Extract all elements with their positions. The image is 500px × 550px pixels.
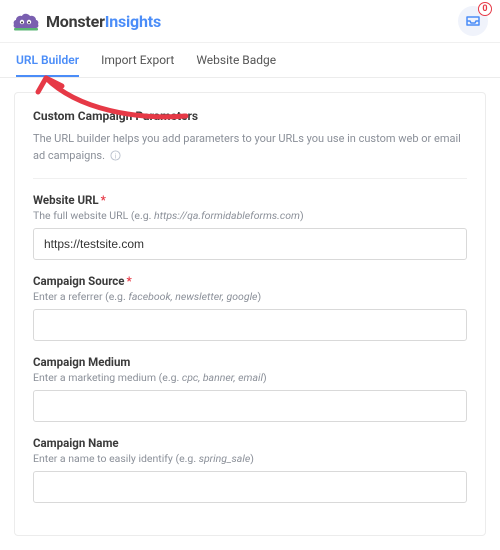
field-campaign-name: Campaign Name Enter a name to easily ide… xyxy=(33,436,467,503)
required-indicator: * xyxy=(101,193,106,207)
field-website-url: Website URL* The full website URL (e.g. … xyxy=(33,193,467,260)
settings-card: Custom Campaign Parameters The URL build… xyxy=(14,92,486,536)
input-campaign-medium[interactable] xyxy=(33,390,467,422)
input-campaign-name[interactable] xyxy=(33,471,467,503)
hint-pre: Enter a name to easily identify (e.g. xyxy=(33,452,199,465)
info-icon[interactable]: i xyxy=(110,150,121,161)
label-text: Campaign Name xyxy=(33,436,119,450)
label-campaign-source: Campaign Source* xyxy=(33,274,467,288)
hint-campaign-source: Enter a referrer (e.g. facebook, newslet… xyxy=(33,290,467,303)
brand-name: MonsterInsights xyxy=(46,12,161,31)
required-indicator: * xyxy=(127,274,132,288)
notifications-button[interactable]: 0 xyxy=(458,6,488,36)
hint-post: ) xyxy=(250,452,254,465)
hint-campaign-name: Enter a name to easily identify (e.g. sp… xyxy=(33,452,467,465)
label-website-url: Website URL* xyxy=(33,193,467,207)
tab-import-export[interactable]: Import Export xyxy=(101,43,174,77)
brand: MonsterInsights xyxy=(12,8,161,35)
field-campaign-source: Campaign Source* Enter a referrer (e.g. … xyxy=(33,274,467,341)
inbox-icon xyxy=(465,13,481,29)
field-campaign-medium: Campaign Medium Enter a marketing medium… xyxy=(33,355,467,422)
panel-title: Custom Campaign Parameters xyxy=(33,109,467,123)
hint-website-url: The full website URL (e.g. https://qa.fo… xyxy=(33,209,467,222)
page: Custom Campaign Parameters The URL build… xyxy=(0,78,500,550)
logo-icon xyxy=(12,8,40,35)
hint-pre: The full website URL (e.g. xyxy=(33,209,154,222)
hint-pre: Enter a referrer (e.g. xyxy=(33,290,128,303)
hint-post: ) xyxy=(257,290,261,303)
hint-em: cpc, banner, email xyxy=(182,371,263,384)
hint-em: facebook, newsletter, google xyxy=(128,290,257,303)
svg-text:i: i xyxy=(114,151,116,160)
input-website-url[interactable] xyxy=(33,228,467,260)
hint-post: ) xyxy=(263,371,267,384)
topbar: MonsterInsights 0 xyxy=(0,0,500,43)
brand-text-dark: Monster xyxy=(46,12,105,31)
input-campaign-source[interactable] xyxy=(33,309,467,341)
hint-em: https://qa.formidableforms.com xyxy=(154,209,300,222)
hint-post: ) xyxy=(300,209,304,222)
notification-badge: 0 xyxy=(478,2,492,16)
label-campaign-medium: Campaign Medium xyxy=(33,355,467,369)
tabs: URL Builder Import Export Website Badge xyxy=(0,43,500,78)
hint-em: spring_sale xyxy=(199,452,251,465)
panel-helper: The URL builder helps you add parameters… xyxy=(33,131,467,164)
label-text: Website URL xyxy=(33,193,99,207)
label-text: Campaign Medium xyxy=(33,355,130,369)
brand-text-blue: Insights xyxy=(105,12,161,31)
tab-website-badge[interactable]: Website Badge xyxy=(196,43,276,77)
label-text: Campaign Source xyxy=(33,274,125,288)
hint-pre: Enter a marketing medium (e.g. xyxy=(33,371,182,384)
divider xyxy=(33,178,467,179)
hint-campaign-medium: Enter a marketing medium (e.g. cpc, bann… xyxy=(33,371,467,384)
label-campaign-name: Campaign Name xyxy=(33,436,467,450)
panel-helper-text: The URL builder helps you add parameters… xyxy=(33,132,461,162)
tab-url-builder[interactable]: URL Builder xyxy=(16,43,79,77)
